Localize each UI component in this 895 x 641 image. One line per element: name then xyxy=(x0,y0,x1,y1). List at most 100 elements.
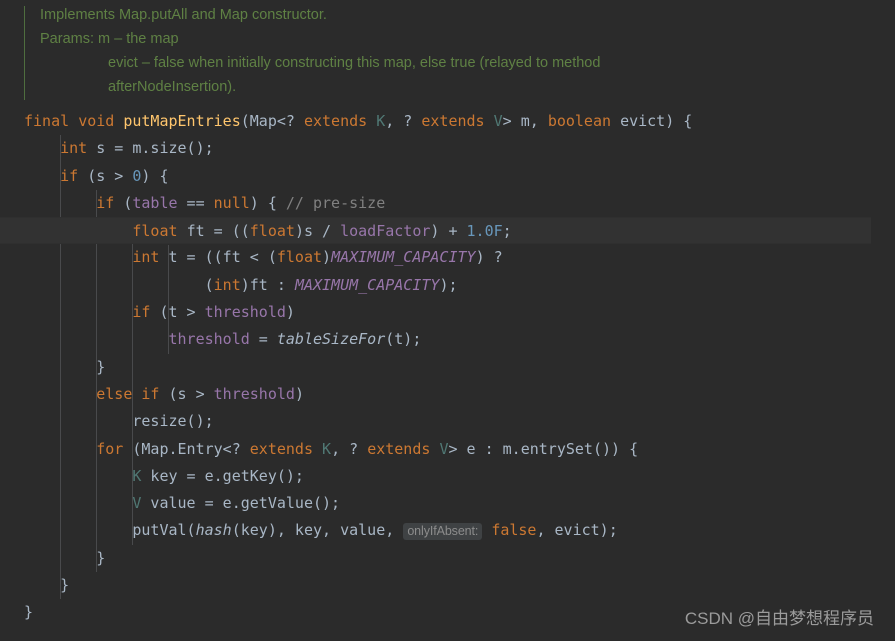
csdn-watermark: CSDN @自由梦想程序员 xyxy=(684,609,874,628)
code-token: resize(); xyxy=(24,412,214,431)
code-line[interactable]: (int)ft : MAXIMUM_CAPACITY); xyxy=(0,272,895,299)
code-token: ) xyxy=(322,248,332,267)
code-token: > m, xyxy=(502,112,548,130)
code-token: threshold xyxy=(204,303,286,322)
code-token: ) + xyxy=(430,222,467,241)
code-token: } xyxy=(24,357,106,376)
code-token: if xyxy=(96,193,124,212)
code-line[interactable]: V value = e.getValue(); xyxy=(0,490,895,517)
code-token: extends xyxy=(367,439,440,458)
javadoc-line-text: afterNodeInsertion). xyxy=(108,79,237,95)
code-token: value = e.getValue(); xyxy=(141,494,341,513)
code-token: ) { xyxy=(249,193,286,212)
code-line[interactable]: resize(); xyxy=(0,408,895,435)
code-token: extends xyxy=(249,439,323,458)
code-token: t = ((ft < ( xyxy=(168,248,277,267)
code-token: (key), key, value, xyxy=(231,521,404,540)
code-token: else xyxy=(96,384,142,403)
code-token: evict) { xyxy=(620,112,693,130)
javadoc-text: Implements Map.putAll and Map constructo… xyxy=(40,3,880,99)
code-line[interactable]: } xyxy=(0,572,895,599)
code-token: (Map<? xyxy=(240,112,304,130)
code-line[interactable]: final void putMapEntries(Map<? extends K… xyxy=(0,108,895,135)
code-token: == xyxy=(177,193,214,212)
code-token: } xyxy=(24,548,106,567)
code-token: K xyxy=(376,112,386,130)
code-line[interactable]: } xyxy=(0,354,895,381)
code-token: key = e.getKey(); xyxy=(141,466,304,485)
code-token: , ? xyxy=(331,439,368,458)
code-token: for xyxy=(96,439,133,458)
code-editor-window: Implements Map.putAll and Map constructo… xyxy=(0,0,895,641)
code-token: int xyxy=(213,275,241,294)
code-token: (s > xyxy=(168,384,214,403)
code-token: loadFactor xyxy=(340,222,431,241)
code-token: MAXIMUM_CAPACITY xyxy=(294,275,440,294)
code-token: putVal( xyxy=(24,521,196,540)
code-line[interactable]: int s = m.size(); xyxy=(0,135,895,162)
code-token: ) xyxy=(294,384,304,403)
code-token: ) xyxy=(285,303,295,322)
code-line[interactable]: if (t > threshold) xyxy=(0,299,895,326)
code-token: void xyxy=(78,112,124,130)
code-line[interactable]: int t = ((ft < (float)MAXIMUM_CAPACITY) … xyxy=(0,244,895,271)
code-token: threshold xyxy=(168,330,250,349)
javadoc-gutter-line xyxy=(24,6,25,100)
code-line[interactable]: if (s > 0) { xyxy=(0,163,895,190)
code-token: , ? xyxy=(385,112,422,130)
javadoc-block: Implements Map.putAll and Map constructo… xyxy=(0,0,895,106)
code-token: int xyxy=(132,248,169,267)
code-token: (s > xyxy=(87,166,133,185)
code-token: if xyxy=(141,384,169,403)
code-token: float xyxy=(249,222,295,241)
javadoc-line-text: Implements Map.putAll and Map constructo… xyxy=(40,7,327,23)
code-token: )s / xyxy=(294,222,341,241)
code-token: s = m.size(); xyxy=(96,139,214,158)
code-line[interactable]: putVal(hash(key), key, value, onlyIfAbse… xyxy=(0,517,895,544)
code-token: ( xyxy=(24,275,214,294)
code-token: threshold xyxy=(213,384,295,403)
code-token: false xyxy=(491,521,537,540)
code-token: MAXIMUM_CAPACITY xyxy=(331,248,476,267)
code-token: if xyxy=(132,303,160,322)
code-line-caret[interactable]: float ft = ((float)s / loadFactor) + 1.0… xyxy=(0,217,871,245)
code-token: float xyxy=(132,222,187,241)
code-line[interactable]: for (Map.Entry<? extends K, ? extends V>… xyxy=(0,436,895,463)
javadoc-line-text: evict – false when initially constructin… xyxy=(108,55,601,71)
code-token: K xyxy=(322,439,332,458)
code-line[interactable]: K key = e.getKey(); xyxy=(0,463,895,490)
code-token: extends xyxy=(421,112,494,130)
javadoc-line-text: Params: m – the map xyxy=(40,31,179,47)
javadoc-line: Implements Map.putAll and Map constructo… xyxy=(40,3,880,27)
code-lines[interactable]: final void putMapEntries(Map<? extends K… xyxy=(0,108,895,627)
code-token: = xyxy=(249,330,277,349)
code-token: } xyxy=(24,576,70,595)
code-line[interactable]: threshold = tableSizeFor(t); xyxy=(0,326,895,353)
code-token: V xyxy=(493,112,503,130)
parameter-hint-badge[interactable]: onlyIfAbsent: xyxy=(403,523,483,541)
javadoc-line: Params: m – the map xyxy=(40,27,880,51)
code-token: )ft : xyxy=(240,275,295,294)
code-token: if xyxy=(60,166,88,185)
code-token: hash xyxy=(195,521,232,540)
code-token: extends xyxy=(303,112,377,130)
code-token: boolean xyxy=(547,112,621,130)
code-token: int xyxy=(60,139,97,158)
code-token: (Map.Entry<? xyxy=(132,439,250,458)
code-line[interactable]: if (table == null) { // pre-size xyxy=(0,190,895,217)
javadoc-line: evict – false when initially constructin… xyxy=(40,51,880,75)
code-token: (t > xyxy=(159,303,205,322)
code-token: } xyxy=(24,603,34,622)
code-line[interactable]: else if (s > threshold) xyxy=(0,381,895,408)
code-token: , evict); xyxy=(536,521,618,540)
code-line[interactable]: } xyxy=(0,545,895,572)
code-content-area[interactable]: final void putMapEntries(Map<? extends K… xyxy=(0,108,895,641)
javadoc-line: afterNodeInsertion). xyxy=(40,75,880,99)
